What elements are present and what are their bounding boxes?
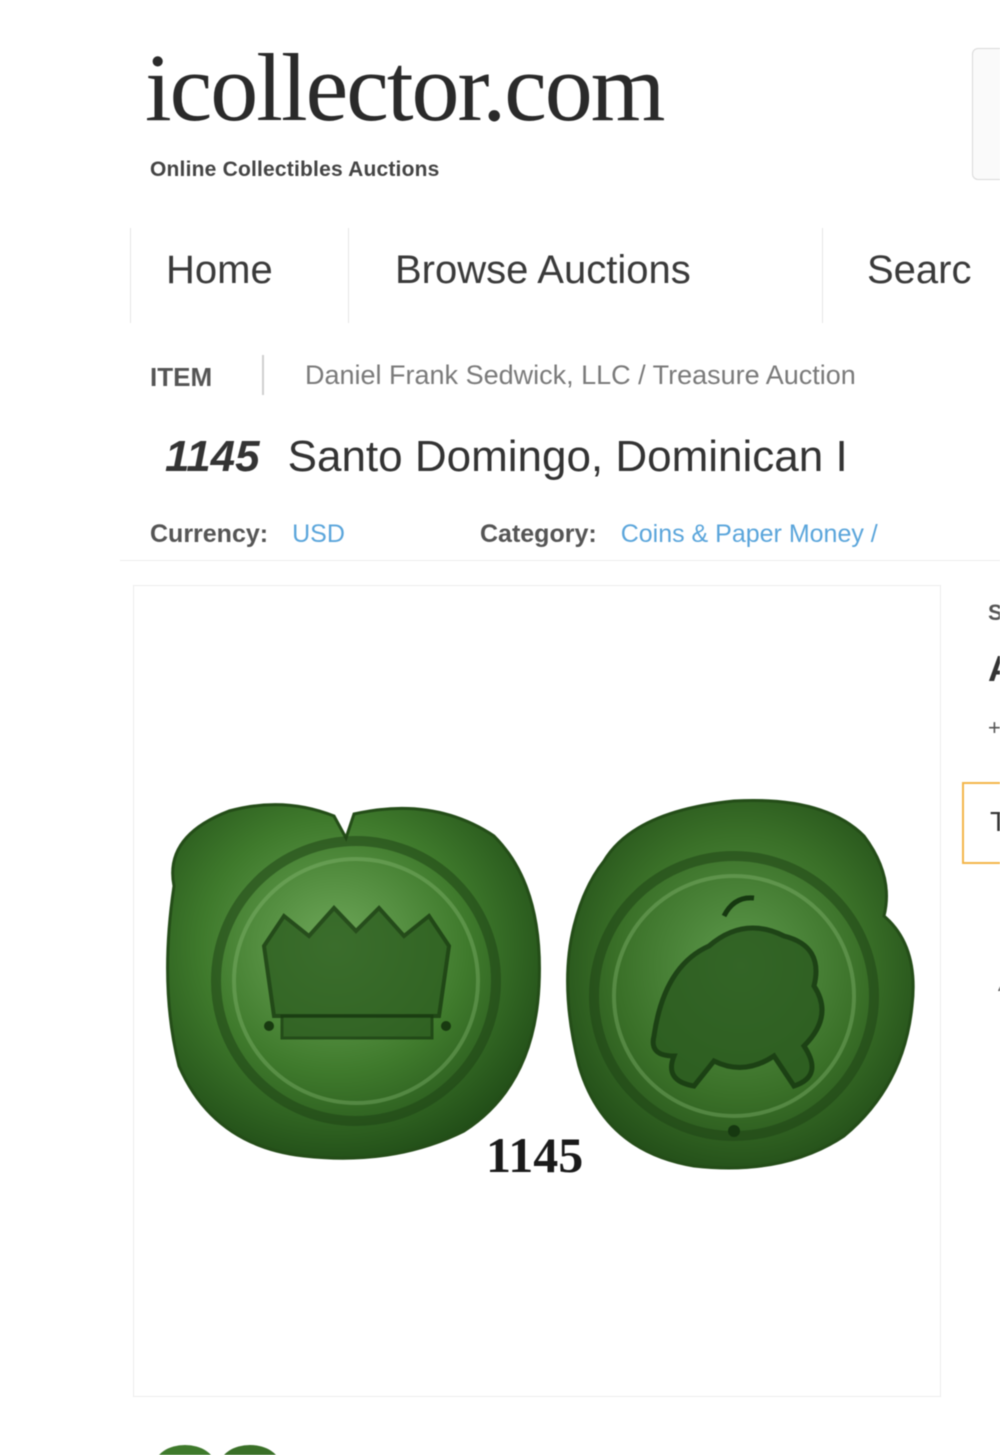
breadcrumb-divider [262, 355, 264, 395]
nav-browse-auctions[interactable]: Browse Auctions [395, 248, 691, 293]
nav-home[interactable]: Home [166, 248, 273, 293]
category-link[interactable]: Coins & Paper Money / [621, 520, 878, 548]
bid-panel-amount: A [988, 648, 1000, 690]
lot-number: 1145 [165, 432, 260, 481]
site-logo[interactable]: icollector.com [145, 40, 665, 136]
image-lot-caption: 1145 [486, 1127, 584, 1183]
currency-meta: Currency: USD [150, 520, 345, 549]
category-meta: Category: Coins & Paper Money / [480, 520, 878, 549]
nav-search[interactable]: Searc [867, 248, 972, 293]
bid-panel-box[interactable]: T [962, 782, 1000, 864]
header-search-box[interactable] [972, 48, 1000, 180]
coin-image [166, 798, 915, 1170]
nav-divider [348, 228, 349, 323]
currency-label: Currency: [150, 520, 269, 548]
currency-link[interactable]: USD [292, 520, 345, 548]
breadcrumb-label: ITEM [150, 362, 213, 392]
breadcrumb-path[interactable]: Daniel Frank Sedwick, LLC / Treasure Auc… [305, 360, 856, 391]
item-image-panel[interactable]: 1145 [133, 585, 941, 1397]
category-label: Category: [480, 520, 597, 548]
coin-obverse [166, 803, 541, 1160]
bid-panel-label: S [988, 600, 1000, 625]
main-nav: Home Browse Auctions Searc [130, 228, 1000, 328]
nav-divider [130, 228, 131, 323]
page: icollector.com Online Collectibles Aucti… [0, 0, 1000, 1455]
item-title-row: 1145 Santo Domingo, Dominican I [165, 432, 848, 482]
site-tagline: Online Collectibles Auctions [150, 158, 440, 181]
thumbnail-edge[interactable] [150, 1430, 290, 1455]
coin-reverse [566, 798, 915, 1170]
bid-panel-box-text: T [990, 806, 1000, 837]
bid-panel-note: + [988, 715, 1000, 740]
item-title: Santo Domingo, Dominican I [287, 432, 848, 481]
nav-divider [822, 228, 823, 323]
bid-panel-edge: S A + T I A [960, 580, 1000, 1180]
meta-divider [120, 560, 1000, 561]
